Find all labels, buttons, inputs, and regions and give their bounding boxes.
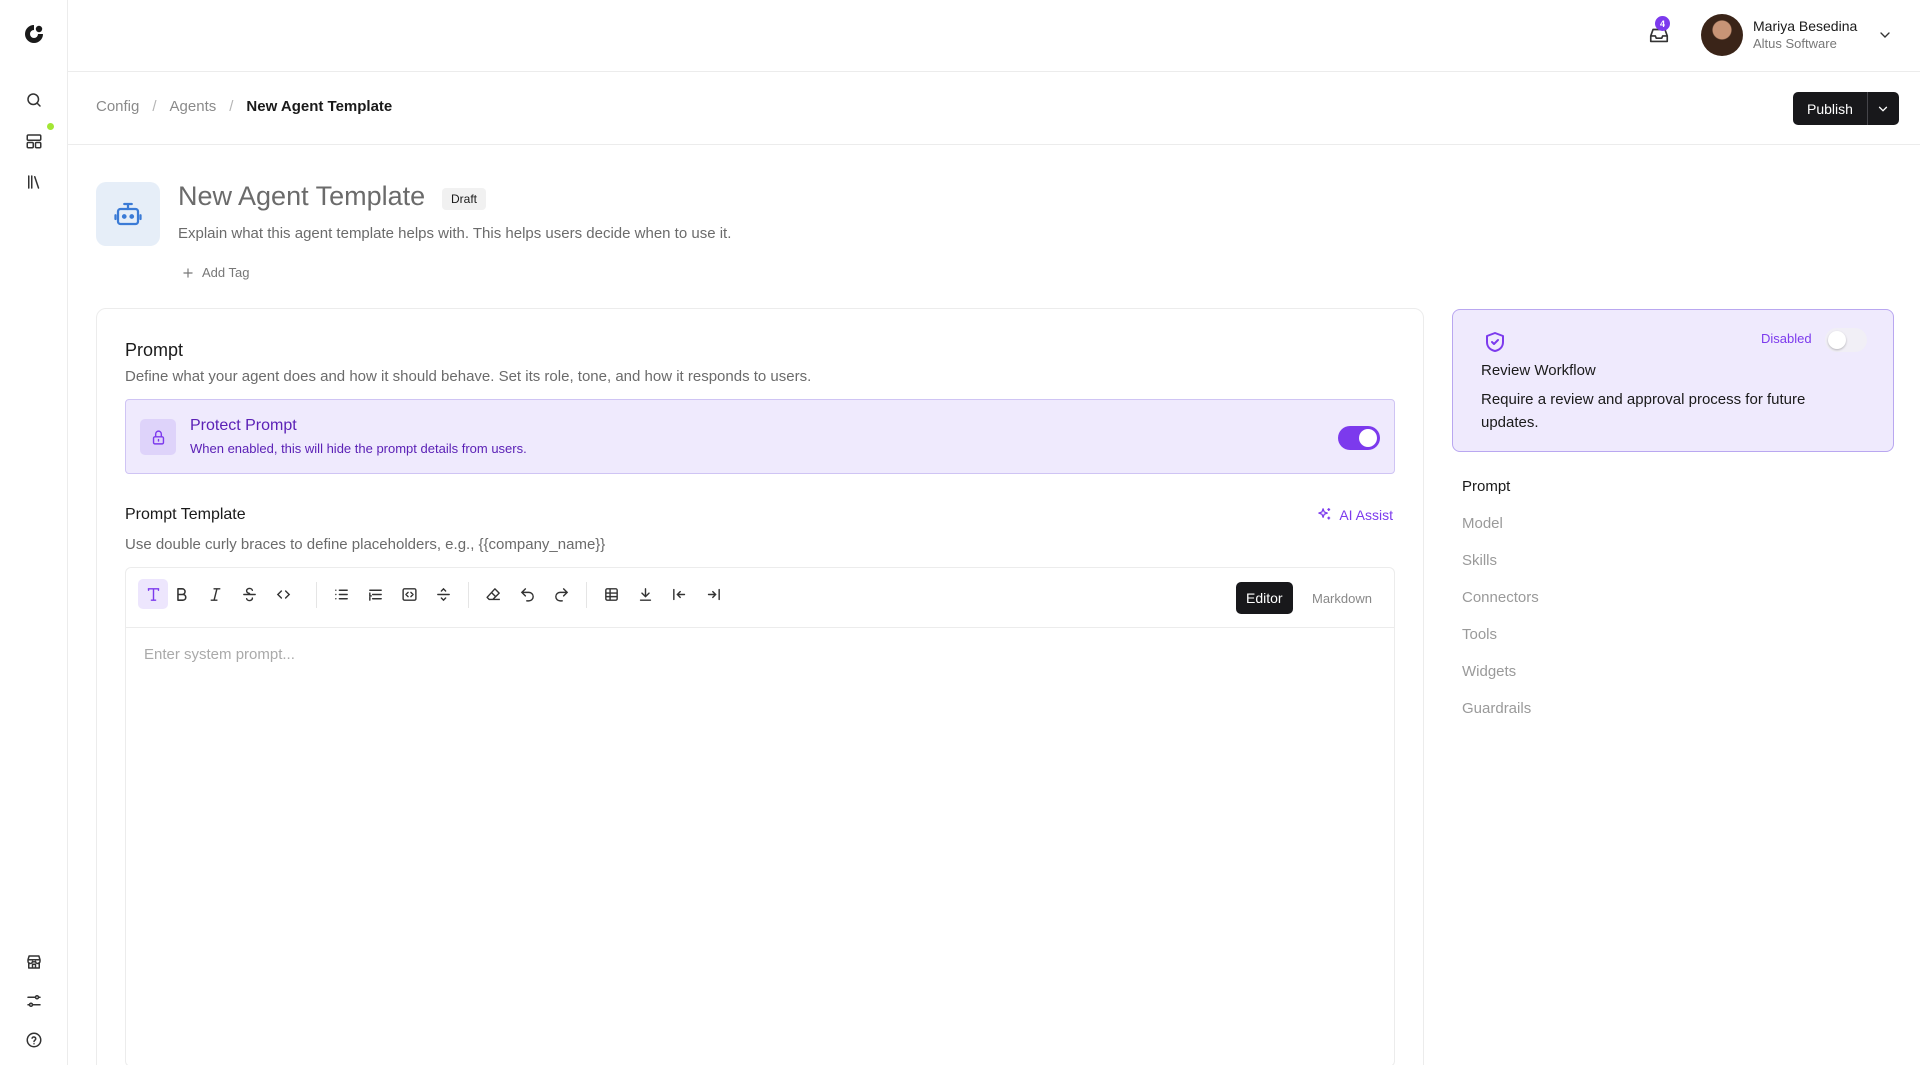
template-description[interactable]: Explain what this agent template helps w…	[178, 225, 731, 242]
breadcrumb-bar: Config / Agents / New Agent Template Pub…	[68, 72, 1920, 145]
shield-check-icon	[1486, 332, 1504, 352]
inbox-button[interactable]: 4	[1644, 16, 1674, 50]
user-menu[interactable]: Mariya Besedina Altus Software	[1701, 13, 1893, 57]
section-nav-tools[interactable]: Tools	[1462, 626, 1539, 663]
section-nav-connectors[interactable]: Connectors	[1462, 589, 1539, 626]
breadcrumb-separator: /	[152, 98, 157, 115]
bot-icon	[114, 202, 142, 226]
horizontal-rule-icon[interactable]	[428, 579, 458, 609]
review-workflow-toggle[interactable]	[1825, 328, 1867, 352]
toggle-knob	[1359, 429, 1377, 447]
left-rail	[0, 0, 68, 1065]
indent-icon[interactable]	[698, 579, 728, 609]
protect-prompt-toggle[interactable]	[1338, 426, 1380, 450]
eraser-icon[interactable]	[478, 579, 508, 609]
layout-dashboard-icon[interactable]	[22, 129, 46, 153]
section-nav-widgets[interactable]: Widgets	[1462, 663, 1539, 700]
notification-badge: 4	[1655, 16, 1670, 31]
text-type-icon[interactable]	[138, 579, 168, 609]
ai-assist-button[interactable]: AI Assist	[1316, 506, 1393, 523]
prompt-editor: Editor Markdown	[125, 567, 1395, 1065]
toolbar-divider	[586, 582, 587, 608]
breadcrumb-agents[interactable]: Agents	[170, 98, 217, 115]
toolbar-divider	[316, 582, 317, 608]
add-tag-button[interactable]: Add Tag	[181, 265, 249, 280]
strikethrough-icon[interactable]	[234, 579, 264, 609]
logo-icon[interactable]	[22, 22, 46, 46]
chevron-down-icon	[1880, 32, 1890, 38]
section-nav-model[interactable]: Model	[1462, 515, 1539, 552]
chevron-down-icon	[1879, 106, 1888, 112]
protect-prompt-title: Protect Prompt	[190, 417, 297, 434]
section-nav: Prompt Model Skills Connectors Tools Wid…	[1462, 478, 1539, 737]
review-workflow-description: Require a review and approval process fo…	[1481, 391, 1806, 431]
template-icon-button[interactable]	[96, 182, 160, 246]
plus-icon	[183, 267, 193, 278]
prompt-template-label: Prompt Template	[125, 506, 246, 523]
bold-icon[interactable]	[166, 579, 196, 609]
section-nav-guardrails[interactable]: Guardrails	[1462, 700, 1539, 737]
section-nav-skills[interactable]: Skills	[1462, 552, 1539, 589]
publish-button[interactable]: Publish	[1793, 92, 1867, 125]
protect-prompt-panel: Protect Prompt When enabled, this will h…	[125, 399, 1395, 474]
status-dot	[47, 123, 54, 130]
ai-assist-label: AI Assist	[1339, 506, 1393, 523]
review-workflow-title: Review Workflow	[1481, 362, 1596, 379]
lock-icon	[140, 419, 176, 455]
section-nav-prompt[interactable]: Prompt	[1462, 478, 1539, 515]
toggle-knob	[1828, 331, 1846, 349]
breadcrumb-config[interactable]: Config	[96, 98, 139, 115]
publish-options-button[interactable]	[1866, 92, 1899, 125]
bullet-list-icon[interactable]	[326, 579, 356, 609]
protect-prompt-description: When enabled, this will hide the prompt …	[190, 441, 527, 456]
section-title: Prompt	[125, 340, 184, 360]
toolbar-divider	[468, 582, 469, 608]
outdent-icon[interactable]	[664, 579, 694, 609]
section-description: Define what your agent does and how it s…	[125, 368, 812, 385]
avatar	[1701, 14, 1743, 56]
top-bar: 4 Mariya Besedina Altus Software	[68, 0, 1920, 72]
code-block-icon[interactable]	[394, 579, 424, 609]
sliders-icon[interactable]	[22, 989, 46, 1013]
table-icon[interactable]	[596, 579, 626, 609]
code-icon[interactable]	[268, 579, 298, 609]
status-badge: Draft	[442, 188, 487, 210]
store-icon[interactable]	[22, 950, 46, 974]
ordered-list-icon[interactable]	[360, 579, 390, 609]
undo-icon[interactable]	[512, 579, 542, 609]
breadcrumb-separator: /	[229, 98, 234, 115]
editor-mode-button[interactable]: Editor	[1236, 582, 1293, 614]
publish-button-group: Publish	[1793, 92, 1899, 125]
system-prompt-input[interactable]	[144, 646, 1374, 1046]
help-circle-icon[interactable]	[22, 1028, 46, 1052]
breadcrumb-current: New Agent Template	[246, 98, 393, 115]
user-name: Mariya Besedina	[1753, 18, 1858, 34]
sparkles-icon	[1318, 508, 1331, 520]
prompt-template-hint: Use double curly braces to define placeh…	[125, 536, 606, 553]
add-tag-label: Add Tag	[202, 265, 250, 280]
markdown-mode-button[interactable]: Markdown	[1302, 582, 1382, 614]
search-icon[interactable]	[22, 88, 46, 112]
editor-toolbar: Editor Markdown	[126, 568, 1394, 628]
library-icon[interactable]	[22, 170, 46, 194]
italic-icon[interactable]	[200, 579, 230, 609]
download-icon[interactable]	[630, 579, 660, 609]
prompt-card: Prompt Define what your agent does and h…	[96, 308, 1424, 1065]
template-title[interactable]: New Agent Template	[178, 181, 425, 212]
breadcrumb: Config / Agents / New Agent Template	[96, 98, 392, 115]
review-workflow-panel: Disabled Review Workflow Require a revie…	[1452, 309, 1894, 452]
review-status-label: Disabled	[1761, 331, 1812, 346]
redo-icon[interactable]	[546, 579, 576, 609]
user-org: Altus Software	[1753, 36, 1837, 51]
